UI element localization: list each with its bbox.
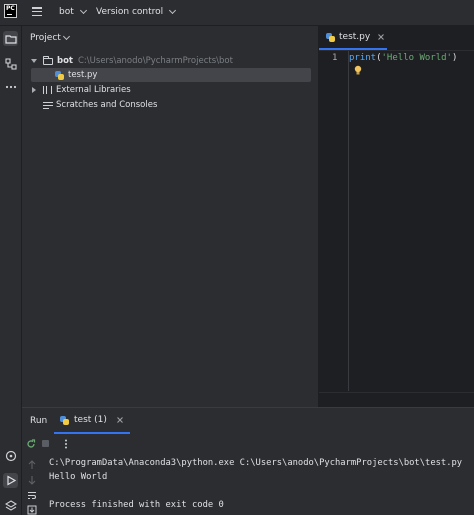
- soft-wrap-icon[interactable]: [27, 491, 37, 500]
- console-line: Hello World: [49, 472, 108, 482]
- project-name: bot: [59, 7, 74, 17]
- run-icon: [6, 475, 16, 486]
- services-tool-button[interactable]: [3, 498, 18, 513]
- python-file-icon: [60, 415, 69, 425]
- root-folder-path: C:\Users\anodo\PycharmProjects\bot: [78, 56, 233, 66]
- structure-tool-button[interactable]: [3, 56, 18, 71]
- console-line: Process finished with exit code 0: [49, 500, 224, 510]
- project-panel-header[interactable]: Project: [30, 32, 70, 43]
- project-switcher[interactable]: bot: [59, 6, 87, 17]
- pycharm-logo-icon[interactable]: PC: [4, 4, 17, 18]
- library-icon: [43, 86, 52, 94]
- editor: test.py 1 print('Hello World'): [319, 26, 474, 407]
- run-panel: Run test (1) C:\ProgramData\Anaconda3\py…: [22, 408, 474, 515]
- console-side-toolbar: [22, 453, 42, 515]
- layers-icon: [4, 499, 17, 511]
- scroll-to-end-icon[interactable]: [27, 505, 37, 515]
- structure-icon: [4, 57, 17, 70]
- editor-tab-label: test.py: [339, 32, 371, 42]
- tree-item-scratches[interactable]: Scratches and Consoles: [43, 98, 157, 112]
- main-toolbar: PC bot Version control: [0, 0, 474, 26]
- folder-icon: [43, 55, 53, 65]
- project-tool-button[interactable]: [3, 31, 18, 46]
- project-panel-title: Project: [30, 33, 61, 43]
- vcs-label: Version control: [96, 7, 164, 17]
- code-string: 'Hello World': [381, 53, 452, 63]
- editor-tab-bar: test.py: [319, 26, 474, 51]
- more-options-icon[interactable]: [64, 439, 68, 449]
- tree-item-external-libraries[interactable]: External Libraries: [32, 83, 131, 97]
- tree-item-root[interactable]: bot C:\Users\anodo\PycharmProjects\bot: [31, 54, 233, 68]
- folder-icon: [4, 34, 17, 44]
- stop-icon[interactable]: [42, 440, 49, 447]
- root-folder-name: bot: [57, 56, 73, 66]
- main-menu-icon[interactable]: [32, 7, 42, 17]
- close-icon[interactable]: [116, 416, 124, 424]
- arrow-up-icon[interactable]: [28, 460, 36, 470]
- left-tool-strip: [0, 26, 22, 515]
- run-toolbar: [22, 435, 474, 453]
- external-libraries-label: External Libraries: [56, 85, 131, 95]
- chevron-down-icon: [169, 6, 177, 15]
- tree-item-test-py[interactable]: test.py: [55, 68, 97, 82]
- arrow-down-icon[interactable]: [28, 475, 36, 485]
- file-name: test.py: [68, 70, 98, 80]
- scratches-icon: [43, 101, 53, 110]
- more-icon: [5, 85, 16, 88]
- close-icon[interactable]: [377, 33, 385, 41]
- python-file-icon: [326, 32, 335, 42]
- run-tab-test[interactable]: test (1): [54, 408, 130, 434]
- line-number: 1: [332, 53, 338, 63]
- chevron-down-icon: [79, 6, 87, 15]
- more-tools-button[interactable]: [3, 79, 18, 94]
- python-file-icon: [55, 70, 64, 80]
- code-paren-close: ): [451, 53, 458, 63]
- run-tool-button[interactable]: [3, 473, 18, 488]
- project-panel: Project bot C:\Users\anodo\PycharmProjec…: [22, 26, 318, 407]
- chevron-down-icon: [62, 32, 70, 41]
- expand-arrow-icon[interactable]: [31, 59, 37, 63]
- logo-text: PC: [6, 5, 15, 12]
- scratches-label: Scratches and Consoles: [56, 100, 158, 110]
- python-console-icon: [5, 450, 16, 461]
- run-tab-label: test (1): [74, 415, 107, 425]
- expand-arrow-icon[interactable]: [32, 87, 36, 93]
- rerun-icon[interactable]: [26, 439, 36, 449]
- console-line: C:\ProgramData\Anaconda3\python.exe C:\U…: [49, 458, 463, 468]
- code-function: print: [349, 53, 377, 63]
- horizontal-scrollbar[interactable]: [319, 392, 474, 407]
- run-panel-title: Run: [30, 416, 48, 426]
- editor-tab-test-py[interactable]: test.py: [319, 26, 387, 50]
- code-line-1[interactable]: print('Hello World'): [349, 53, 457, 63]
- vcs-widget[interactable]: Version control: [96, 6, 177, 17]
- gutter-separator: [348, 51, 349, 391]
- console-output[interactable]: C:\ProgramData\Anaconda3\python.exe C:\U…: [49, 456, 462, 512]
- python-console-button[interactable]: [3, 448, 18, 463]
- run-panel-header: Run test (1): [22, 408, 474, 434]
- lightbulb-icon[interactable]: [354, 65, 362, 76]
